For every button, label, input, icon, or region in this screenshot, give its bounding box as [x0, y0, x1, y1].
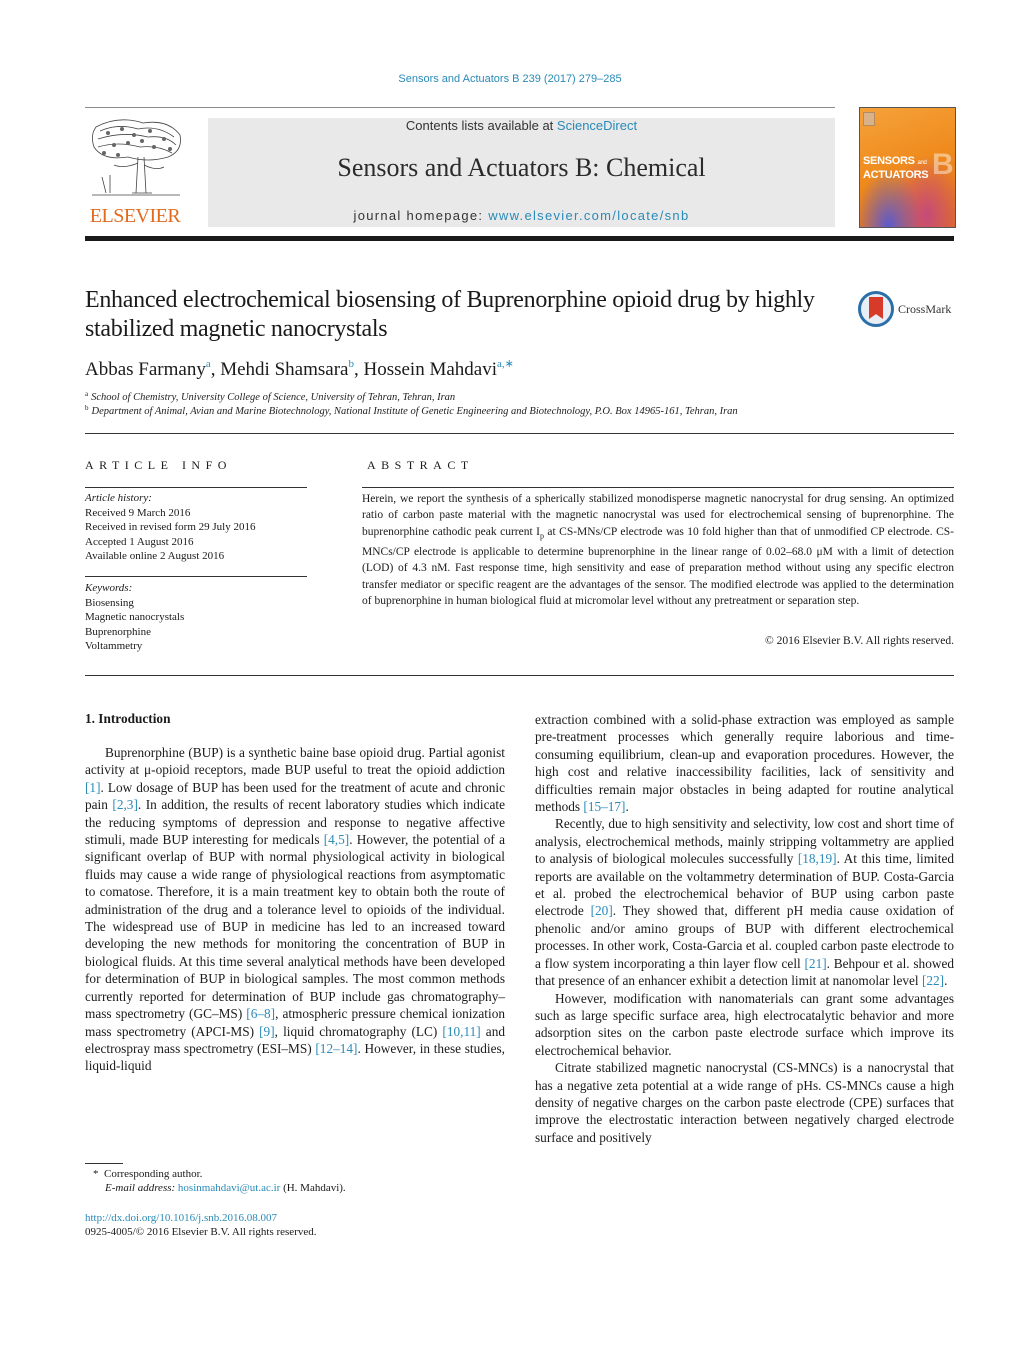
citation-link[interactable]: [2,3]: [112, 797, 137, 812]
abstract-heading: ABSTRACT: [367, 458, 474, 472]
history-item: Received in revised form 29 July 2016: [85, 521, 256, 533]
affiliation-mark: a: [85, 390, 89, 398]
author-name[interactable]: Hossein Mahdavi: [363, 359, 497, 380]
citation-link[interactable]: [22]: [922, 973, 944, 988]
citation-link[interactable]: [9]: [259, 1024, 275, 1039]
corresponding-author-text: Corresponding author.: [104, 1168, 203, 1180]
doi[interactable]: http://dx.doi.org/10.1016/j.snb.2016.08.…: [85, 1212, 277, 1224]
keyword-item: Voltammetry: [85, 640, 143, 652]
header-thick-divider: [85, 236, 954, 241]
intro-paragraph-1a: Buprenorphine (BUP) is a synthetic baine…: [85, 745, 505, 1074]
intro-paragraph-2: Recently, due to high sensitivity and se…: [535, 816, 954, 989]
cover-title: SENSORS and ACTUATORS: [863, 155, 929, 181]
intro-paragraph-4: Citrate stabilized magnetic nanocrystal …: [535, 1060, 954, 1145]
cover-title-and: and: [917, 160, 927, 166]
article-title: Enhanced electrochemical biosensing of B…: [85, 287, 815, 342]
contents-prefix: Contents lists available at: [405, 118, 557, 133]
email-link[interactable]: hosinmahdavi@ut.ac.ir: [178, 1182, 280, 1194]
author-affiliation-mark[interactable]: b: [348, 358, 354, 370]
email-suffix: (H. Mahdavi).: [280, 1182, 346, 1194]
keyword-item: Biosensing: [85, 596, 134, 609]
citation-link[interactable]: [1]: [85, 780, 101, 795]
corresponding-author-note: * Corresponding author.: [93, 1168, 202, 1180]
author-affiliation-mark[interactable]: a: [206, 358, 211, 370]
issn-copyright: 0925-4005/© 2016 Elsevier B.V. All right…: [85, 1226, 317, 1238]
citation-link[interactable]: [12–14]: [315, 1041, 357, 1056]
top-divider: [85, 107, 835, 108]
footnote-mark: *: [93, 1168, 99, 1180]
affiliation-a: a School of Chemistry, University College…: [85, 390, 455, 403]
history-item: Available online 2 August 2016: [85, 550, 225, 562]
citation-link[interactable]: [18,19]: [798, 851, 837, 866]
email-note: E-mail address: hosinmahdavi@ut.ac.ir (H…: [105, 1182, 346, 1194]
intro-paragraph-1b: extraction combined with a solid-phase e…: [535, 712, 954, 815]
citation-link[interactable]: [15–17]: [583, 799, 625, 814]
article-history-label: Article history:: [85, 492, 152, 504]
affiliation-text: Department of Animal, Avian and Marine B…: [91, 406, 738, 417]
elsevier-wordmark: ELSEVIER: [89, 205, 181, 227]
author-affiliation-mark[interactable]: a,∗: [497, 358, 514, 370]
history-item: Received 9 March 2016: [85, 506, 191, 519]
journal-citation[interactable]: Sensors and Actuators B 239 (2017) 279–2…: [0, 73, 1020, 85]
keyword-item: Magnetic nanocrystals: [85, 611, 185, 623]
homepage-link[interactable]: www.elsevier.com/locate/snb: [488, 208, 689, 223]
journal-header-box: Contents lists available at ScienceDirec…: [208, 118, 835, 227]
author-name[interactable]: Mehdi Shamsara: [220, 359, 348, 380]
body-divider: [85, 675, 954, 676]
citation-link[interactable]: Sensors and Actuators B 239 (2017) 279–2…: [398, 73, 621, 85]
affiliation-text: School of Chemistry, University College …: [91, 392, 456, 403]
sciencedirect-link[interactable]: ScienceDirect: [557, 118, 637, 133]
citation-link[interactable]: [21]: [805, 956, 827, 971]
affiliation-divider: [85, 433, 954, 434]
contents-line: Contents lists available at ScienceDirec…: [208, 118, 835, 133]
section-heading-introduction: 1. Introduction: [85, 711, 171, 726]
footnote-divider: [85, 1163, 123, 1164]
abstract-divider: [362, 487, 954, 488]
cover-publisher-icon: [863, 112, 875, 126]
affiliation-b: b Department of Animal, Avian and Marine …: [85, 404, 738, 417]
journal-cover-image[interactable]: B SENSORS and ACTUATORS: [859, 107, 956, 228]
body-column-right: extraction combined with a solid-phase e…: [535, 711, 954, 1146]
article-info-divider: [85, 487, 307, 488]
journal-title: Sensors and Actuators B: Chemical: [337, 153, 706, 182]
abstract-copyright: © 2016 Elsevier B.V. All rights reserved…: [765, 635, 954, 647]
homepage-prefix: journal homepage:: [353, 208, 489, 223]
article-info-heading: ARTICLE INFO: [85, 458, 232, 472]
elsevier-logo[interactable]: ELSEVIER: [84, 117, 186, 227]
history-item: Accepted 1 August 2016: [85, 535, 194, 548]
crossmark-label: CrossMark: [898, 302, 952, 316]
elsevier-tree-icon: [88, 117, 183, 201]
cover-title-line1: SENSORS: [863, 155, 915, 167]
author-name[interactable]: Abbas Farmany: [85, 359, 206, 380]
journal-homepage: journal homepage: www.elsevier.com/locat…: [208, 208, 835, 223]
citation-link[interactable]: [6–8]: [246, 1006, 275, 1021]
keyword-item: Buprenorphine: [85, 625, 151, 638]
crossmark-button[interactable]: CrossMark: [858, 291, 956, 331]
author-list: Abbas Farmanya, Mehdi Shamsarab, Hossein…: [85, 358, 514, 380]
keywords-label: Keywords:: [85, 582, 133, 594]
doi-link[interactable]: http://dx.doi.org/10.1016/j.snb.2016.08.…: [85, 1212, 277, 1224]
keywords-divider: [85, 576, 307, 577]
abstract-text: Herein, we report the synthesis of a sph…: [362, 491, 954, 609]
cover-title-line2: ACTUATORS: [863, 169, 929, 181]
affiliation-mark: b: [85, 404, 89, 412]
keywords: Keywords: Biosensing Magnetic nanocrysta…: [85, 581, 184, 654]
citation-link[interactable]: [20]: [591, 903, 613, 918]
citation-link[interactable]: [10,11]: [442, 1024, 480, 1039]
body-column-left: Buprenorphine (BUP) is a synthetic baine…: [85, 744, 505, 1075]
article-history: Article history: Received 9 March 2016 R…: [85, 491, 255, 564]
email-label: E-mail address:: [105, 1182, 176, 1194]
cover-letter: B: [932, 148, 954, 181]
citation-link[interactable]: [4,5]: [324, 832, 349, 847]
intro-paragraph-3: However, modification with nanomaterials…: [535, 990, 954, 1058]
